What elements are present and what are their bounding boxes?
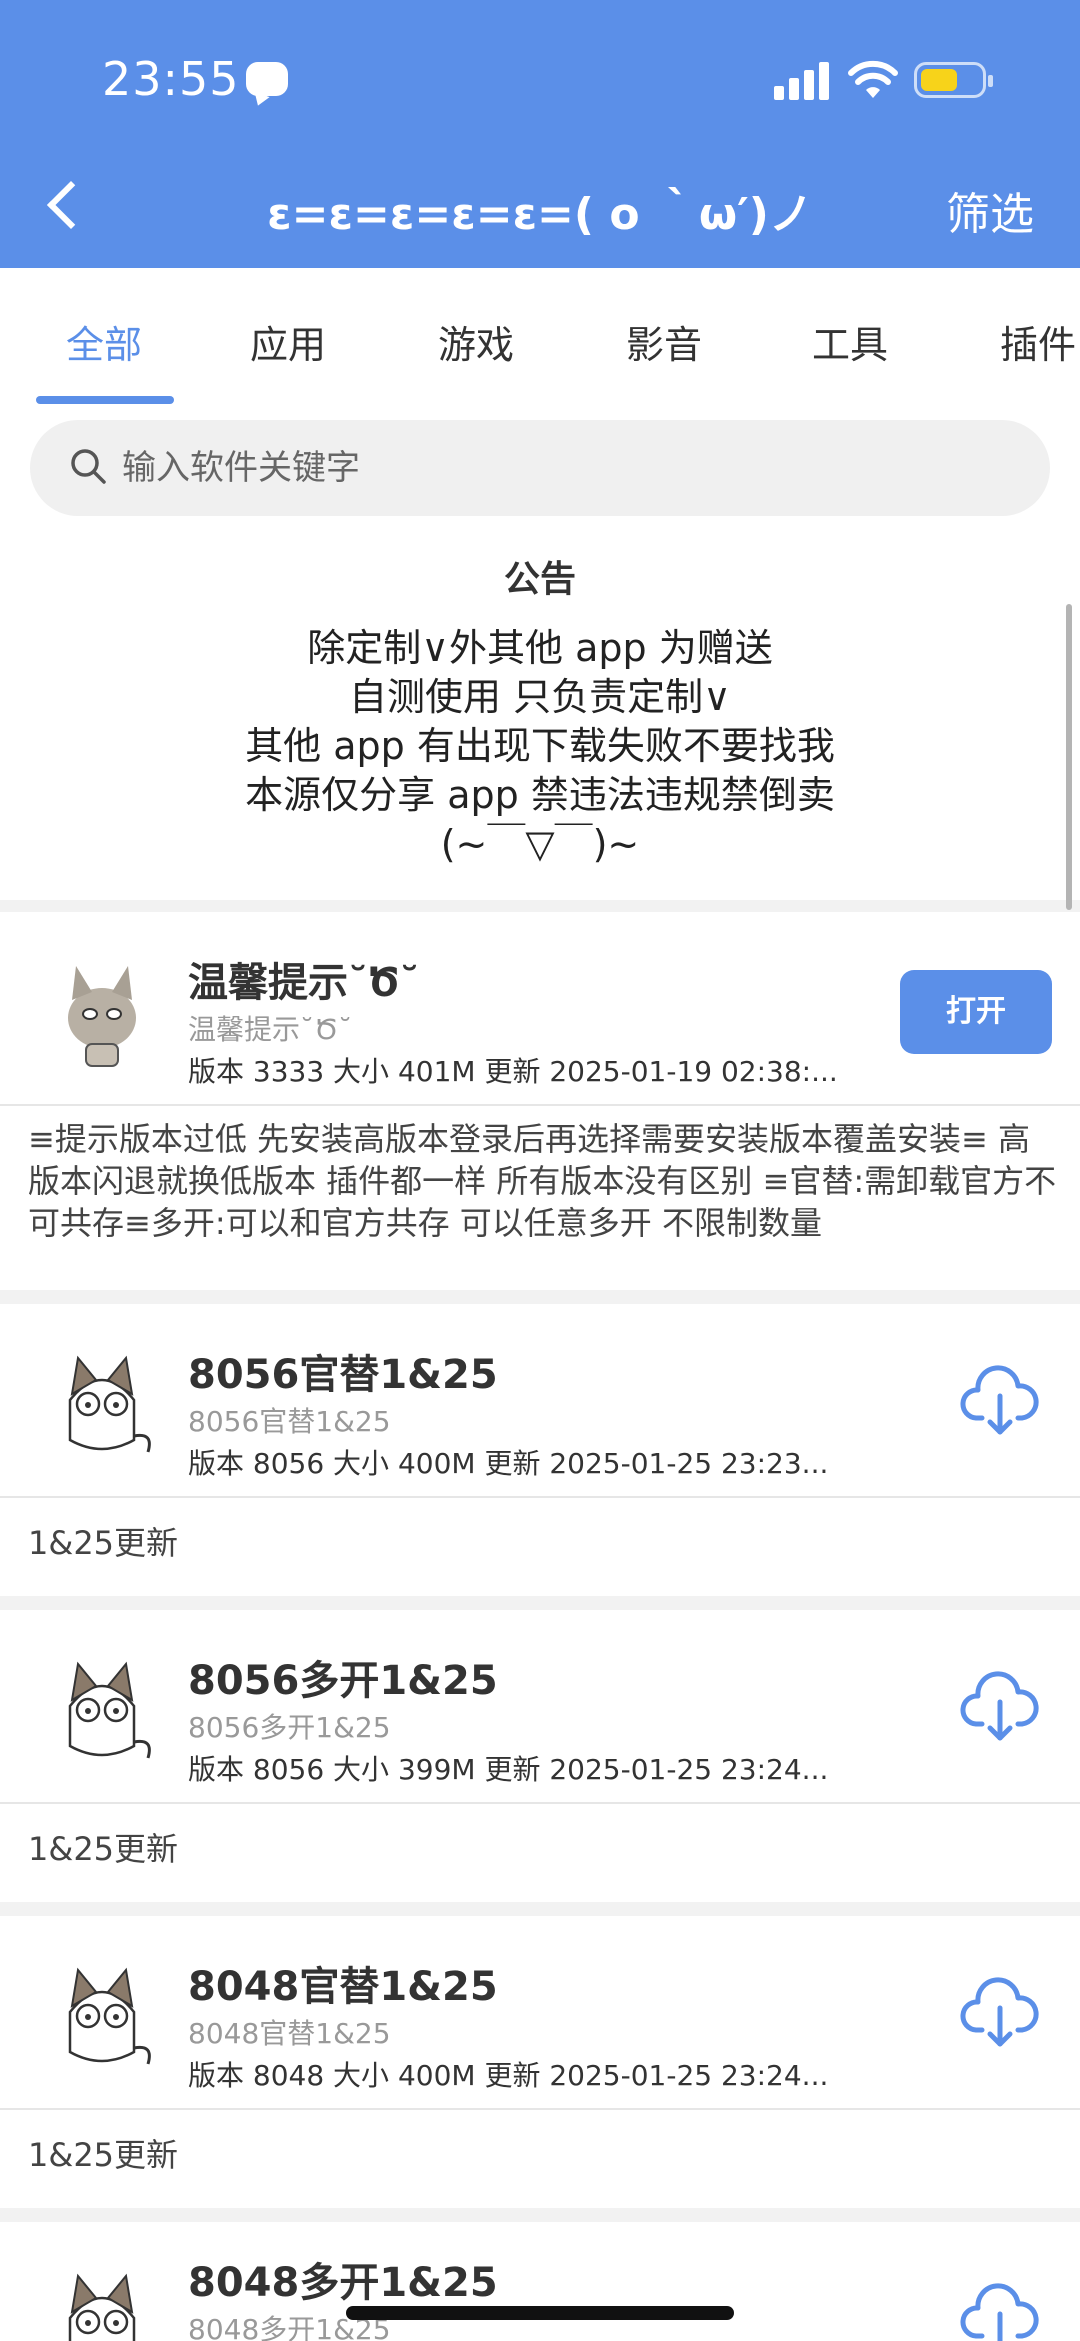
- announcement: 公告 除定制∨外其他 app 为赠送 自测使用 只负责定制∨ 其他 app 有出…: [0, 528, 1080, 900]
- app-meta: 版本 8048 大小 400M 更新 2025-01-25 23:24...: [188, 2059, 829, 2092]
- cellular-signal-icon: [774, 60, 830, 100]
- status-time: 23:55: [102, 52, 240, 106]
- announcement-line: 除定制∨外其他 app 为赠送: [307, 626, 773, 670]
- tab-media[interactable]: 影音: [626, 314, 702, 369]
- announcement-line: 其他 app 有出现下载失败不要找我: [245, 724, 835, 768]
- app-name: 8048官替1&25: [188, 1964, 498, 2010]
- app-meta: 版本 3333 大小 401M 更新 2025-01-19 02:38:...: [188, 1055, 838, 1088]
- app-subtitle: 8048官替1&25: [188, 2017, 391, 2050]
- category-tabs: 全部 应用 游戏 影音 工具 插件: [0, 268, 1080, 406]
- app-description: 1&25更新: [28, 1830, 179, 1868]
- app-subtitle: 8056官替1&25: [188, 1405, 391, 1438]
- app-card: 8048官替1&25 8048官替1&25 版本 8048 大小 400M 更新…: [0, 1916, 1080, 2208]
- app-subtitle: 8056多开1&25: [188, 1711, 391, 1744]
- announcement-line: 本源仅分享 app 禁违法违规禁倒卖: [245, 773, 835, 817]
- app-row[interactable]: 8056官替1&25 8056官替1&25 版本 8056 大小 400M 更新…: [0, 1304, 1080, 1496]
- app-card: 温馨提示˘Ծ˘ 温馨提示˘Ծ˘ 版本 3333 大小 401M 更新 2025-…: [0, 912, 1080, 1290]
- cat-avatar-icon: [68, 1355, 151, 1453]
- cat-avatar-icon: [68, 2273, 136, 2341]
- tab-apps[interactable]: 应用: [250, 314, 326, 369]
- battery-icon: [914, 62, 993, 98]
- app-row[interactable]: 8056多开1&25 8056多开1&25 版本 8056 大小 399M 更新…: [0, 1610, 1080, 1802]
- download-cloud-icon[interactable]: [960, 1972, 1040, 2052]
- app-card: 8048多开1&25 8048多开1&25: [0, 2222, 1080, 2341]
- tab-plugins[interactable]: 插件: [1000, 314, 1076, 369]
- filter-button[interactable]: 筛选: [946, 178, 1034, 242]
- divider: [0, 1104, 1080, 1106]
- app-description: 1&25更新: [28, 2136, 179, 2174]
- page-title: ε=ε=ε=ε=ε=( o ｀ω′)ノ: [267, 189, 813, 240]
- open-button[interactable]: 打开: [900, 970, 1052, 1054]
- app-meta: 版本 8056 大小 400M 更新 2025-01-25 23:23...: [188, 1447, 829, 1480]
- app-name: 温馨提示˘Ծ˘: [188, 960, 420, 1006]
- search-input[interactable]: [122, 420, 1002, 516]
- divider: [0, 2108, 1080, 2110]
- app-card: 8056官替1&25 8056官替1&25 版本 8056 大小 400M 更新…: [0, 1304, 1080, 1596]
- search-bar[interactable]: [30, 420, 1050, 516]
- scrollbar[interactable]: [1066, 604, 1072, 910]
- message-icon: [246, 62, 288, 96]
- app-meta: 版本 8056 大小 399M 更新 2025-01-25 23:24...: [188, 1753, 829, 1786]
- app-row[interactable]: 8048官替1&25 8048官替1&25 版本 8048 大小 400M 更新…: [0, 1916, 1080, 2108]
- download-cloud-icon[interactable]: [960, 1360, 1040, 1440]
- announcement-body: 除定制∨外其他 app 为赠送 自测使用 只负责定制∨ 其他 app 有出现下载…: [0, 624, 1080, 869]
- app-row[interactable]: 温馨提示˘Ծ˘ 温馨提示˘Ծ˘ 版本 3333 大小 401M 更新 2025-…: [0, 912, 1080, 1104]
- app-subtitle: 温馨提示˘Ծ˘: [188, 1013, 353, 1046]
- app-name: 8048多开1&25: [188, 2260, 498, 2306]
- top-bar: 23:55 ε=ε=ε=ε=ε=( o ｀ω′)ノ 筛选: [0, 0, 1080, 268]
- app-name: 8056官替1&25: [188, 1352, 498, 1398]
- divider: [0, 1802, 1080, 1804]
- cat-avatar-icon: [68, 1661, 151, 1759]
- download-cloud-icon[interactable]: [960, 2278, 1040, 2341]
- tab-all[interactable]: 全部: [66, 314, 142, 369]
- announcement-line: 自测使用 只负责定制∨: [349, 675, 731, 719]
- tab-indicator: [36, 396, 174, 404]
- tab-tools[interactable]: 工具: [812, 314, 888, 369]
- announcement-title: 公告: [503, 559, 576, 600]
- app-row[interactable]: 8048多开1&25 8048多开1&25: [0, 2222, 1080, 2341]
- divider: [0, 1496, 1080, 1498]
- app-description: ≡提示版本过低 先安装高版本登录后再选择需要安装版本覆盖安装≡ 高版本闪退就换低…: [28, 1120, 1057, 1242]
- wifi-icon: [848, 60, 898, 98]
- tab-games[interactable]: 游戏: [438, 314, 514, 369]
- cat-avatar-icon: [68, 966, 136, 1067]
- cat-avatar-icon: [68, 1967, 151, 2065]
- search-icon: [71, 449, 106, 484]
- download-cloud-icon[interactable]: [960, 1666, 1040, 1746]
- app-description: 1&25更新: [28, 1524, 179, 1562]
- announcement-line: (~￣▽￣)~: [440, 822, 640, 866]
- search-section: [0, 406, 1080, 528]
- home-indicator[interactable]: [346, 2306, 734, 2320]
- app-card: 8056多开1&25 8056多开1&25 版本 8056 大小 399M 更新…: [0, 1610, 1080, 1902]
- app-name: 8056多开1&25: [188, 1658, 498, 1704]
